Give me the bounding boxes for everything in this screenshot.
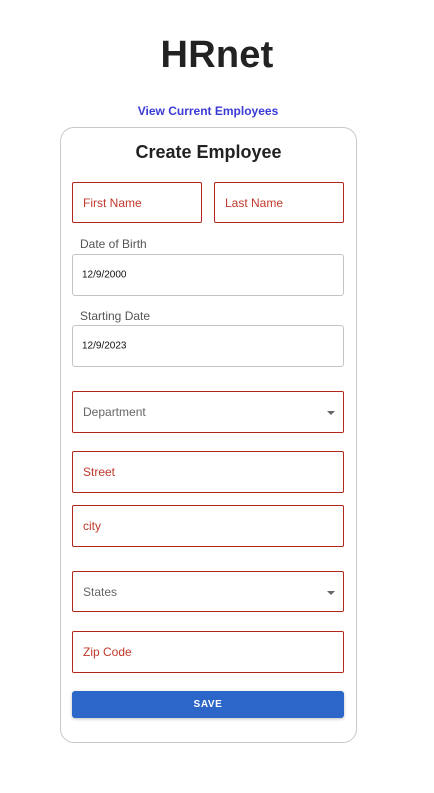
zip-code-placeholder: Zip Code [83, 645, 132, 659]
first-name-placeholder: First Name [83, 195, 142, 210]
last-name-field[interactable]: Last Name [214, 182, 344, 223]
city-placeholder: city [83, 519, 101, 533]
chevron-down-icon [327, 411, 335, 415]
app-title: HRnet [160, 34, 274, 76]
city-field[interactable]: city [72, 505, 344, 547]
state-placeholder: States [83, 584, 118, 599]
start-date-input[interactable]: 12/9/2023 [72, 325, 344, 367]
date-of-birth-label: Date of Birth [80, 237, 147, 251]
start-date-label: Starting Date [80, 309, 151, 323]
department-select[interactable]: Department [72, 391, 344, 433]
start-date-value: 12/9/2023 [82, 340, 127, 352]
date-of-birth-input[interactable]: 12/9/2000 [72, 254, 344, 296]
page: HRnet View Current Employees Create Empl… [0, 0, 434, 793]
save-button[interactable]: SAVE [72, 691, 344, 718]
state-select[interactable]: States [72, 571, 344, 612]
first-name-field[interactable]: First Name [72, 182, 202, 223]
department-placeholder: Department [83, 405, 146, 419]
last-name-placeholder: Last Name [225, 195, 284, 210]
street-field[interactable]: Street [72, 451, 344, 493]
street-placeholder: Street [83, 465, 116, 479]
zip-code-field[interactable]: Zip Code [72, 631, 344, 673]
view-employees-link[interactable]: View Current Employees [0, 104, 416, 118]
form-title: Create Employee [135, 142, 282, 162]
date-of-birth-value: 12/9/2000 [82, 269, 127, 281]
chevron-down-icon [327, 590, 335, 595]
